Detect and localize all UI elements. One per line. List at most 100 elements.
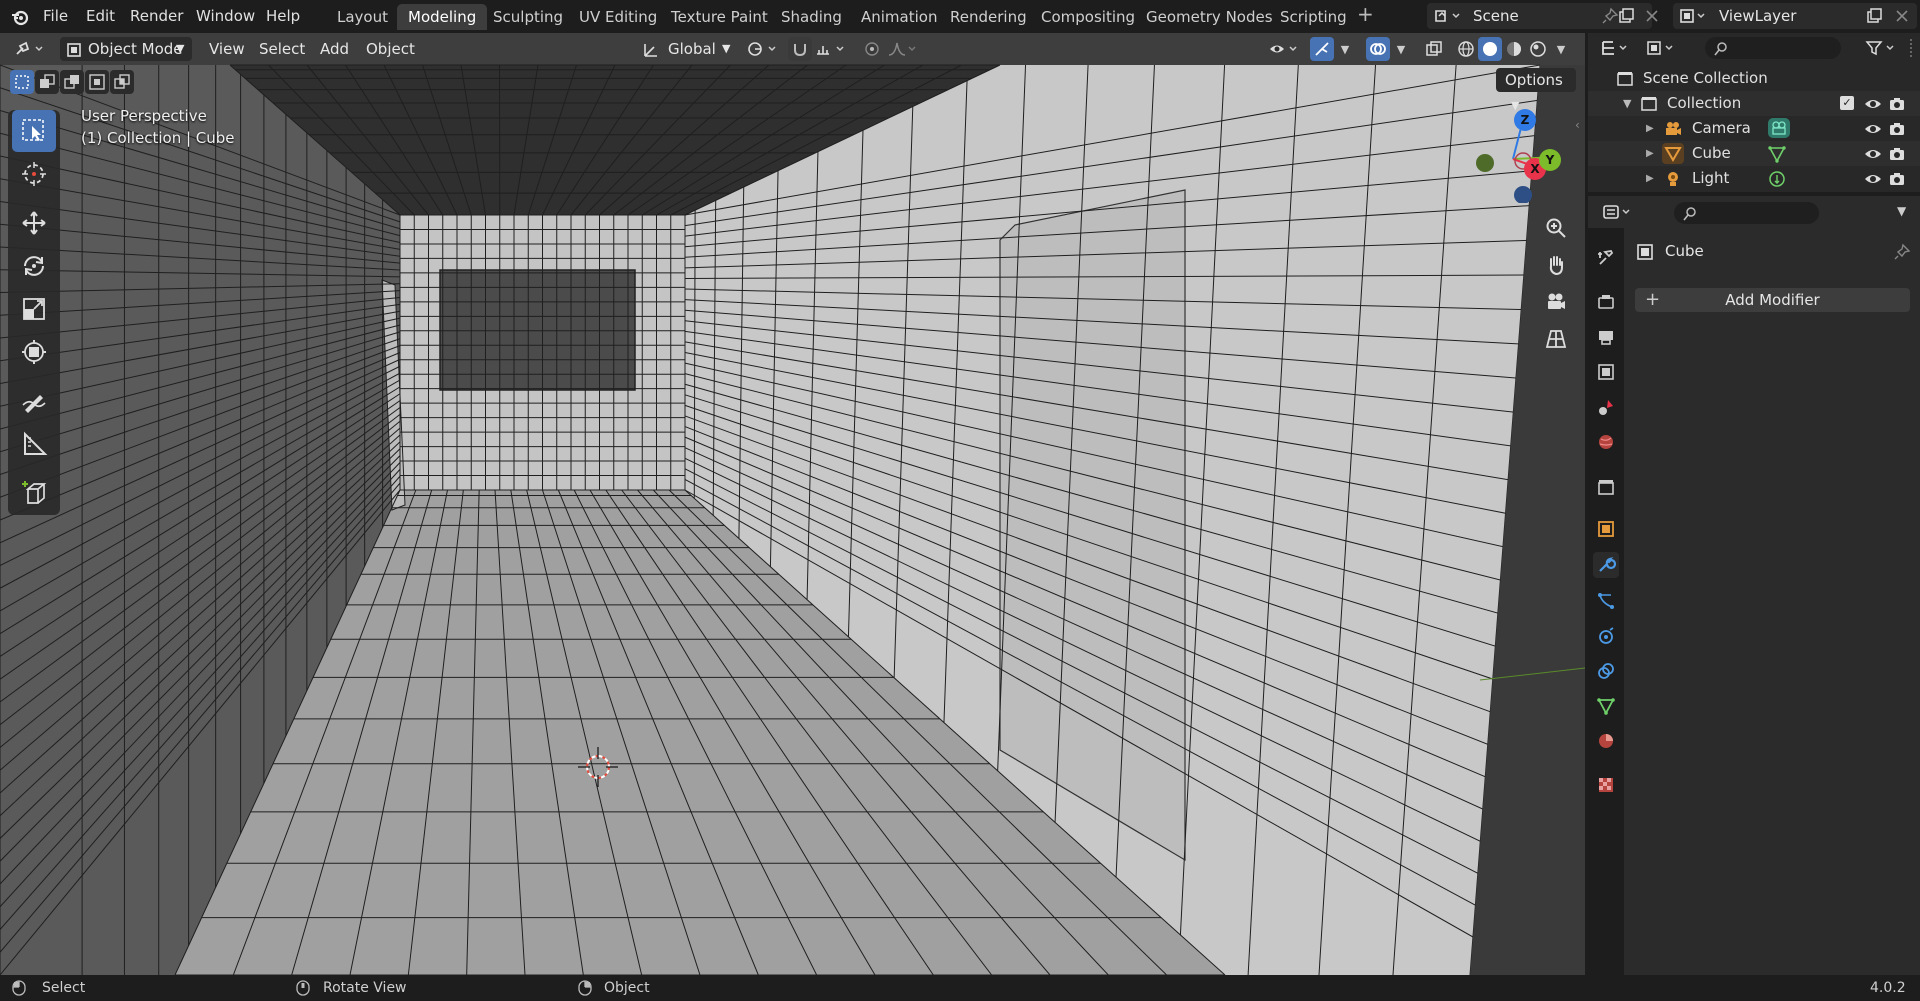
outliner-item-camera[interactable]: ▶ Camera (1588, 116, 1920, 141)
properties-editor-type-icon[interactable] (1600, 200, 1640, 224)
outliner-scene-collection[interactable]: Scene Collection (1588, 66, 1920, 91)
3d-viewport[interactable]: User Perspective (1) Collection | Cube Z… (0, 33, 1585, 975)
outliner-item-cube[interactable]: ▶ Cube (1588, 141, 1920, 166)
eye-icon[interactable] (1864, 170, 1882, 196)
object-mode-dropdown[interactable]: Object Mode ▼ (60, 37, 192, 61)
navigation-gizmo[interactable]: Z X Y (1468, 103, 1563, 204)
outliner-collection[interactable]: ▼ Collection ✓ (1588, 91, 1920, 116)
add-workspace-button[interactable]: + (1357, 3, 1374, 25)
transform-orientation-dropdown[interactable]: Global ▼ (640, 37, 734, 61)
perspective-grid-icon[interactable] (1541, 324, 1571, 354)
view-layer-tab-icon[interactable] (1593, 359, 1619, 385)
add-modifier-button[interactable]: + Add Modifier (1635, 288, 1910, 312)
tab-rendering[interactable]: Rendering (939, 4, 1038, 30)
new-viewlayer-icon[interactable] (1862, 4, 1886, 28)
zoom-icon[interactable] (1541, 213, 1571, 243)
camera-data-icon[interactable] (1768, 118, 1790, 138)
annotate-tool-icon[interactable] (12, 380, 56, 422)
menu-add[interactable]: Add (320, 37, 349, 61)
collapse-arrow-icon[interactable]: ▼ (1623, 91, 1631, 116)
tab-geometry-nodes[interactable]: Geometry Nodes (1135, 4, 1284, 30)
select-subtract-icon[interactable] (60, 70, 84, 94)
shading-dropdown-icon[interactable]: ▼ (1552, 37, 1570, 61)
options-button[interactable]: Options ▼ (1496, 68, 1576, 112)
pin-icon[interactable] (1893, 243, 1911, 265)
filter-icon[interactable] (1863, 36, 1903, 60)
tab-texture-paint[interactable]: Texture Paint (660, 4, 779, 30)
solid-shading-icon[interactable] (1478, 37, 1502, 61)
blender-logo-icon[interactable] (10, 7, 30, 27)
scale-tool-icon[interactable] (12, 288, 56, 330)
tab-modeling[interactable]: Modeling (397, 4, 488, 30)
texture-tab-icon[interactable] (1593, 772, 1619, 798)
properties-search-input[interactable] (1674, 202, 1819, 224)
physics-tab-icon[interactable] (1593, 623, 1619, 649)
tab-layout[interactable]: Layout (326, 4, 399, 30)
pan-hand-icon[interactable] (1541, 250, 1571, 280)
menu-render[interactable]: Render (130, 5, 183, 27)
render-camera-icon[interactable] (1888, 170, 1906, 196)
xray-toggle-icon[interactable] (1422, 37, 1446, 61)
resize-handle-icon[interactable] (1910, 39, 1914, 57)
menu-select[interactable]: Select (259, 37, 305, 61)
rotate-tool-icon[interactable] (12, 245, 56, 287)
select-extend-icon[interactable] (35, 70, 59, 94)
proportional-edit-icon[interactable] (860, 37, 884, 61)
collection-tab-icon[interactable] (1593, 474, 1619, 500)
outliner-item-light[interactable]: ▶ Light (1588, 166, 1920, 191)
expand-arrow-icon[interactable]: ▶ (1646, 166, 1654, 191)
new-scene-icon[interactable] (1614, 4, 1638, 28)
editor-type-icon[interactable] (12, 37, 52, 61)
scene-tab-icon[interactable] (1593, 394, 1619, 420)
rendered-shading-icon[interactable] (1526, 37, 1550, 61)
transform-tool-icon[interactable] (12, 331, 56, 373)
world-tab-icon[interactable] (1593, 429, 1619, 455)
output-tab-icon[interactable] (1593, 324, 1619, 350)
mesh-data-tab-icon[interactable] (1593, 693, 1619, 719)
material-tab-icon[interactable] (1593, 728, 1619, 754)
tab-uv-editing[interactable]: UV Editing (568, 4, 668, 30)
modifier-wrench-tab-icon[interactable] (1593, 552, 1619, 578)
material-shading-icon[interactable] (1502, 37, 1526, 61)
add-cube-tool-icon[interactable] (12, 472, 56, 514)
visibility-selectability-icon[interactable] (1266, 37, 1306, 61)
expand-arrow-icon[interactable]: ▶ (1646, 116, 1654, 141)
cursor-tool-icon[interactable] (12, 153, 56, 195)
tab-compositing[interactable]: Compositing (1030, 4, 1146, 30)
outliner-search-input[interactable] (1705, 37, 1841, 59)
render-tab-icon[interactable] (1593, 289, 1619, 315)
overlays-dropdown-icon[interactable]: ▼ (1392, 37, 1410, 61)
object-tab-icon[interactable] (1593, 516, 1619, 542)
delete-viewlayer-icon[interactable] (1890, 4, 1914, 28)
select-box-new-icon[interactable] (10, 70, 34, 94)
gizmo-y-axis[interactable]: Y (1539, 149, 1561, 171)
chevron-down-icon[interactable]: ▼ (1897, 204, 1906, 218)
menu-window[interactable]: Window (196, 5, 255, 27)
outliner-editor-type-icon[interactable] (1598, 36, 1638, 60)
measure-tool-icon[interactable] (12, 423, 56, 465)
particles-tab-icon[interactable] (1593, 588, 1619, 614)
overlays-toggle-icon[interactable] (1366, 37, 1390, 61)
pivot-point-icon[interactable] (746, 37, 782, 61)
falloff-curve-icon[interactable] (886, 37, 922, 61)
display-mode-icon[interactable] (1644, 36, 1684, 60)
menu-object[interactable]: Object (366, 37, 415, 61)
select-box-tool-icon[interactable] (12, 110, 56, 152)
exclude-checkbox[interactable]: ✓ (1840, 96, 1854, 110)
tab-animation[interactable]: Animation (850, 4, 948, 30)
tab-sculpting[interactable]: Sculpting (482, 4, 574, 30)
snap-magnet-icon[interactable] (788, 37, 812, 61)
tab-scripting[interactable]: Scripting (1269, 4, 1358, 30)
tab-shading[interactable]: Shading (770, 4, 853, 30)
wireframe-shading-icon[interactable] (1454, 37, 1478, 61)
constraints-tab-icon[interactable] (1593, 658, 1619, 684)
select-invert-icon[interactable] (85, 70, 109, 94)
select-intersect-icon[interactable] (110, 70, 134, 94)
snap-target-icon[interactable] (814, 37, 850, 61)
camera-view-icon[interactable] (1541, 287, 1571, 317)
tool-tab-icon[interactable] (1593, 245, 1619, 271)
light-data-icon[interactable] (1768, 170, 1786, 196)
sidebar-toggle-icon[interactable]: ‹ (1575, 118, 1580, 132)
gizmo-toggle-icon[interactable] (1310, 37, 1334, 61)
expand-arrow-icon[interactable]: ▶ (1646, 141, 1654, 166)
